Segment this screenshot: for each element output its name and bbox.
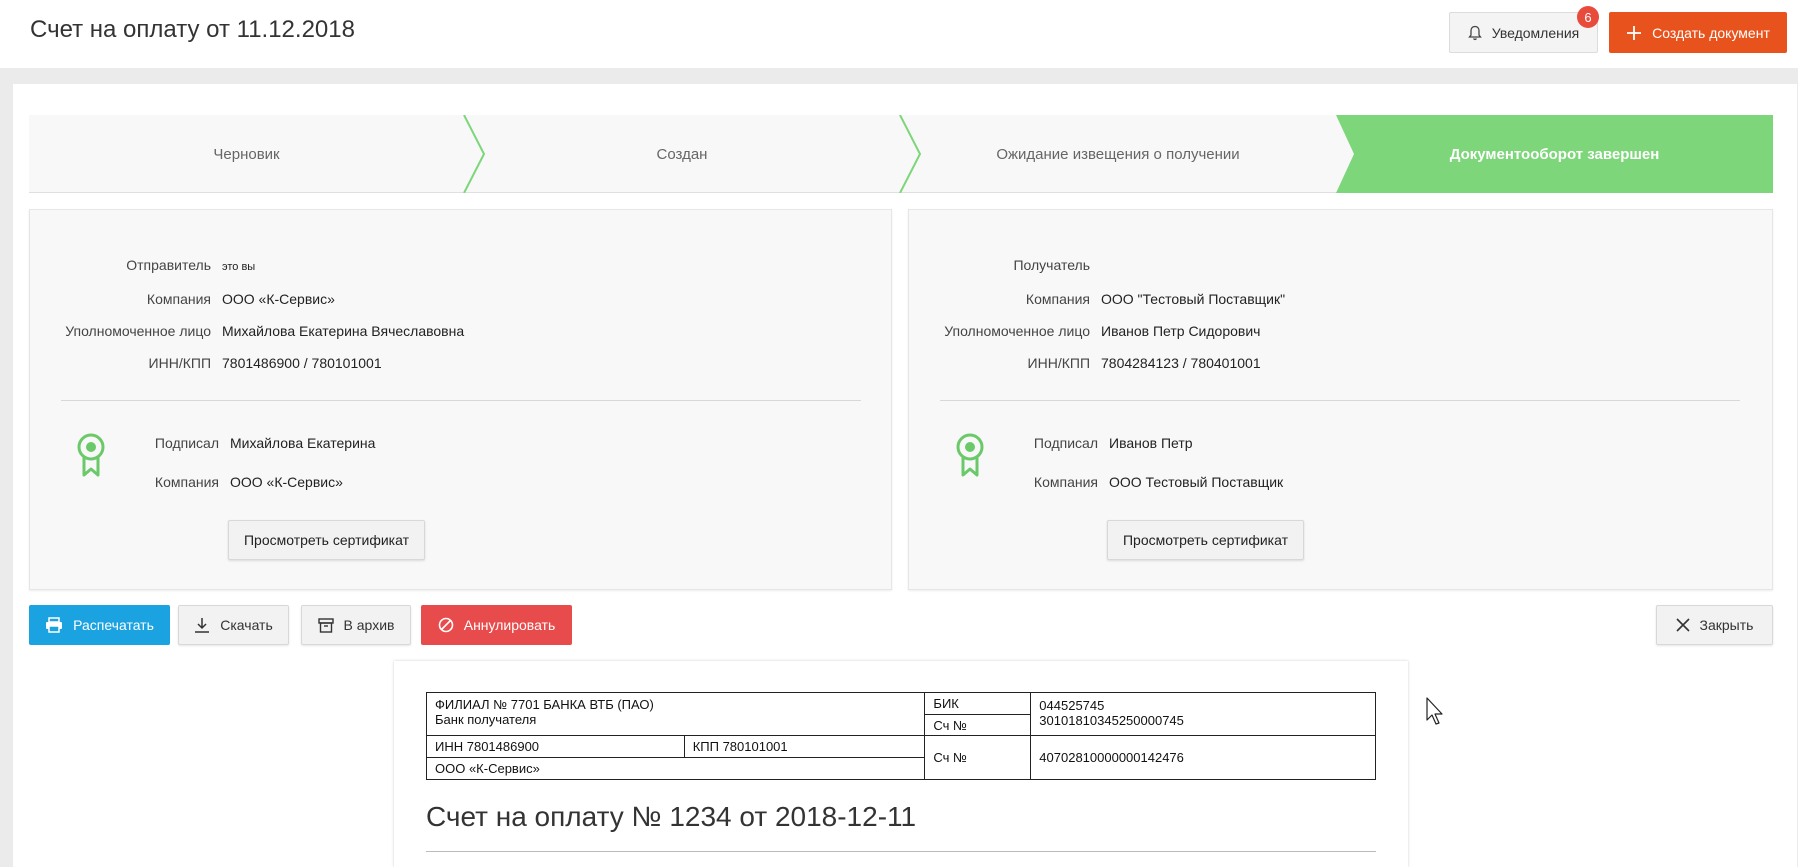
top-bar: Счет на оплату от 11.12.2018 Уведомления… <box>0 0 1798 68</box>
progress-steps: Черновик Создан Ожидание извещения о пол… <box>29 115 1773 193</box>
recipient-signed-value: Иванов Петр <box>1109 435 1193 451</box>
kpp-cell: КПП 780101001 <box>683 735 926 758</box>
page-title: Счет на оплату от 11.12.2018 <box>30 16 355 43</box>
document-divider <box>426 851 1376 852</box>
recipient-view-certificate-button[interactable]: Просмотреть сертификат <box>1107 520 1304 560</box>
account-value: 40702810000000142476 <box>1030 735 1376 780</box>
recipient-company-row: Компания ООО "Тестовый Поставщик" <box>909 291 1285 307</box>
printer-icon <box>46 617 63 633</box>
print-label: Распечатать <box>73 617 154 633</box>
corr-account-value: 30101810345250000745 <box>1039 713 1184 728</box>
bik-corr-cell: 044525745 30101810345250000745 <box>1030 692 1376 736</box>
sender-signed-label: Подписал <box>154 435 219 451</box>
recipient-card: Получатель Компания ООО "Тестовый Постав… <box>908 209 1773 590</box>
sender-person-label: Уполномоченное лицо <box>65 323 211 339</box>
bell-icon <box>1467 25 1482 40</box>
step-completed: Документооборот завершен <box>1449 145 1660 163</box>
sender-person-row: Уполномоченное лицо Михайлова Екатерина … <box>30 323 464 339</box>
archive-button[interactable]: В архив <box>301 605 411 645</box>
sender-sign-company-row: Компания ООО «К-Сервис» <box>30 474 343 490</box>
recipient-signed-label: Подписал <box>1033 435 1098 451</box>
sender-company-value: ООО «К-Сервис» <box>222 291 335 307</box>
sender-signed-value: Михайлова Екатерина <box>230 435 376 451</box>
create-document-button[interactable]: Создать документ <box>1609 12 1787 53</box>
archive-icon <box>317 617 334 633</box>
sender-role-row: Отправитель это вы <box>30 257 255 273</box>
document-title: Счет на оплату № 1234 от 2018-12-11 <box>426 801 917 832</box>
sender-view-certificate-button[interactable]: Просмотреть сертификат <box>228 520 425 560</box>
sender-sign-company-value: ООО «К-Сервис» <box>230 474 343 490</box>
notifications-label: Уведомления <box>1491 24 1580 41</box>
create-document-label: Создать документ <box>1652 24 1770 41</box>
recipient-signed-row: Подписал Иванов Петр <box>909 435 1193 451</box>
recipient-person-label: Уполномоченное лицо <box>944 323 1090 339</box>
step-draft: Черновик <box>213 145 280 163</box>
bik-label: БИК <box>924 692 1032 715</box>
sender-inn-label: ИНН/КПП <box>148 355 211 371</box>
download-label: Скачать <box>220 617 273 633</box>
inn-cell: ИНН 7801486900 <box>426 735 685 758</box>
notifications-badge: 6 <box>1577 6 1599 28</box>
recipient-inn-value: 7804284123 / 780401001 <box>1101 355 1261 371</box>
print-button[interactable]: Распечатать <box>29 605 170 645</box>
download-icon <box>195 618 210 633</box>
step-awaiting-receipt: Ожидание извещения о получении <box>996 145 1240 163</box>
sender-card: Отправитель это вы Компания ООО «К-Серви… <box>29 209 892 590</box>
plus-icon <box>1627 25 1642 40</box>
recipient-inn-row: ИНН/КПП 7804284123 / 780401001 <box>909 355 1261 371</box>
bank-caption: Банк получателя <box>435 712 537 727</box>
sender-person-value: Михайлова Екатерина Вячеславовна <box>222 323 465 339</box>
mouse-cursor-icon <box>1426 697 1443 725</box>
recipient-person-row: Уполномоченное лицо Иванов Петр Сидорови… <box>909 323 1260 339</box>
close-label: Закрыть <box>1699 617 1754 633</box>
recipient-sign-company-value: ООО Тестовый Поставщик <box>1109 474 1284 490</box>
archive-label: В архив <box>343 617 395 633</box>
recipient-role-row: Получатель <box>909 257 1090 273</box>
sender-company-row: Компания ООО «К-Сервис» <box>30 291 335 307</box>
sender-sign-company-label: Компания <box>154 474 219 490</box>
bik-value: 044525745 <box>1039 698 1105 713</box>
close-icon <box>1675 618 1690 632</box>
recipient-person-value: Иванов Петр Сидорович <box>1101 323 1261 339</box>
sender-signed-row: Подписал Михайлова Екатерина <box>30 435 376 451</box>
corr-account-label: Сч № <box>924 714 1032 736</box>
close-button[interactable]: Закрыть <box>1656 605 1773 645</box>
sender-inn-row: ИНН/КПП 7801486900 / 780101001 <box>30 355 382 371</box>
sender-role-label: Отправитель <box>126 257 211 273</box>
recipient-role-label: Получатель <box>1013 257 1090 273</box>
download-button[interactable]: Скачать <box>178 605 289 645</box>
recipient-company-label: Компания <box>1025 291 1090 307</box>
bank-details-table: ФИЛИАЛ № 7701 БАНКА ВТБ (ПАО) Банк получ… <box>425 692 1376 780</box>
notifications-button[interactable]: Уведомления 6 <box>1449 6 1599 53</box>
bank-cell: ФИЛИАЛ № 7701 БАНКА ВТБ (ПАО) Банк получ… <box>425 692 926 736</box>
sender-divider <box>61 400 861 401</box>
recipient-company-value: ООО "Тестовый Поставщик" <box>1101 291 1286 307</box>
step-created: Создан <box>656 145 708 163</box>
sender-role-value: это вы <box>222 261 256 273</box>
account-label: Сч № <box>924 735 1032 780</box>
recipient-sign-company-row: Компания ООО Тестовый Поставщик <box>909 474 1283 490</box>
cancel-document-button[interactable]: Аннулировать <box>421 605 572 645</box>
recipient-name-cell: ООО «К-Сервис» <box>425 757 926 780</box>
recipient-divider <box>940 400 1740 401</box>
bank-name: ФИЛИАЛ № 7701 БАНКА ВТБ (ПАО) <box>435 697 654 712</box>
recipient-inn-label: ИНН/КПП <box>1027 355 1090 371</box>
sender-inn-value: 7801486900 / 780101001 <box>222 355 382 371</box>
cancel-label: Аннулировать <box>463 617 556 633</box>
sender-company-label: Компания <box>146 291 211 307</box>
cancel-icon <box>438 617 454 633</box>
recipient-sign-company-label: Компания <box>1033 474 1098 490</box>
